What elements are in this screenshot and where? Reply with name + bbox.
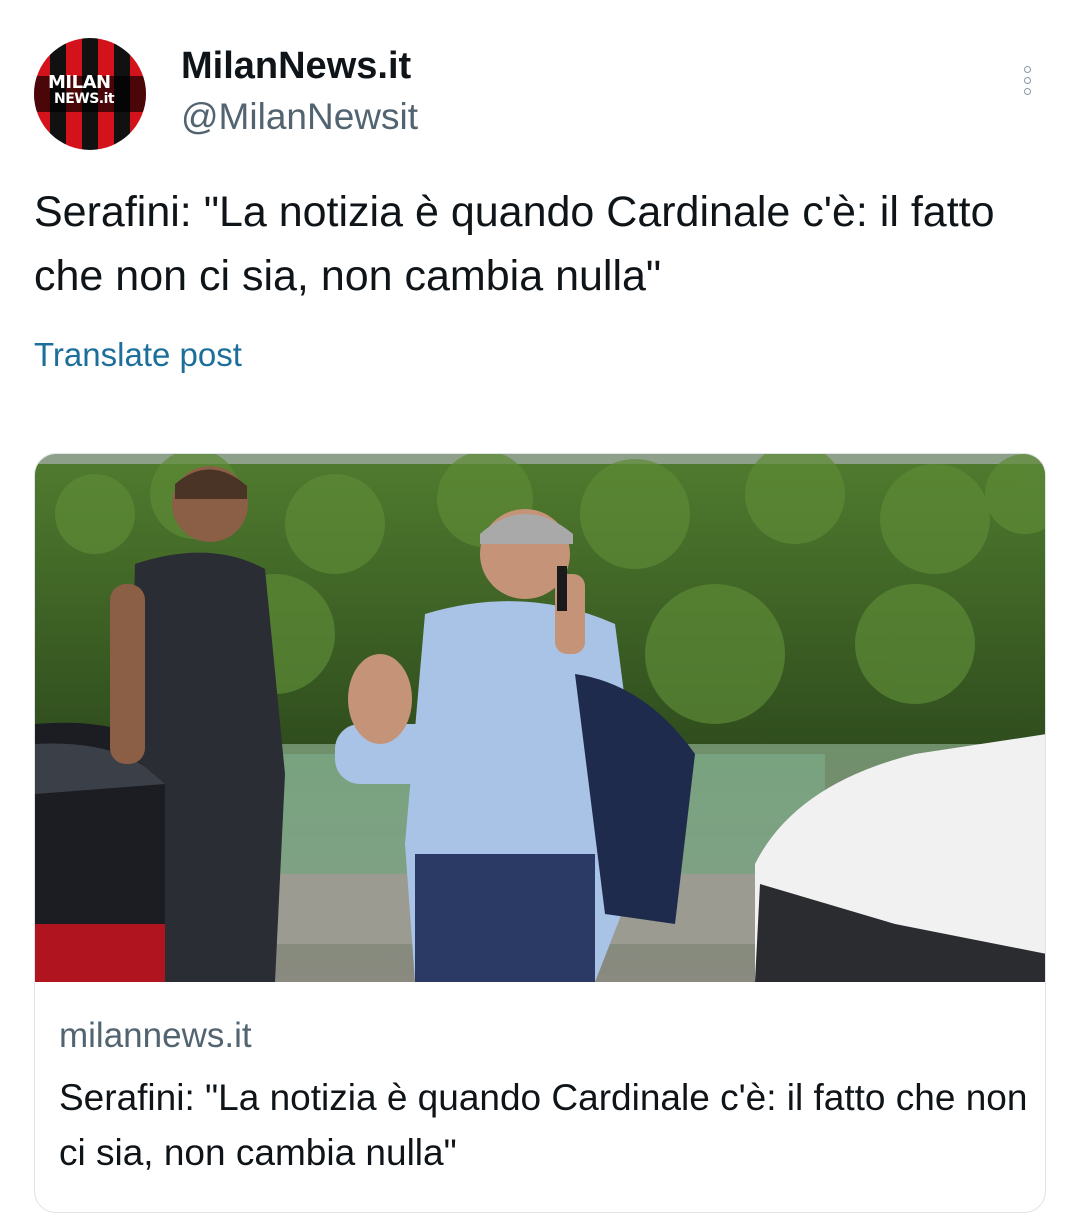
link-card[interactable]: milannews.it Serafini: "La notizia è qua… [34, 453, 1046, 1213]
translate-post-link[interactable]: Translate post [34, 334, 242, 376]
card-image[interactable] [35, 454, 1045, 982]
avatar[interactable]: MILAN NEWS.it [34, 38, 146, 150]
avatar-logo-line2: NEWS.it [54, 91, 115, 107]
more-dot [1024, 77, 1031, 84]
more-dot [1024, 66, 1031, 73]
more-dot [1024, 88, 1031, 95]
post-header: MILAN NEWS.it MilanNews.it @MilanNewsit [34, 38, 1046, 150]
avatar-logo-text: MILAN NEWS.it [48, 72, 115, 107]
avatar-logo-line1: MILAN [48, 72, 111, 93]
card-title[interactable]: Serafini: "La notizia è quando Cardinale… [59, 1070, 1029, 1180]
photo-icon [35, 454, 1045, 982]
account-handle[interactable]: @MilanNewsit [181, 94, 418, 140]
account-name[interactable]: MilanNews.it [181, 42, 411, 90]
post-text: Serafini: "La notizia è quando Cardinale… [34, 188, 995, 300]
more-options-icon[interactable] [1024, 66, 1034, 102]
card-domain[interactable]: milannews.it [59, 1014, 252, 1058]
